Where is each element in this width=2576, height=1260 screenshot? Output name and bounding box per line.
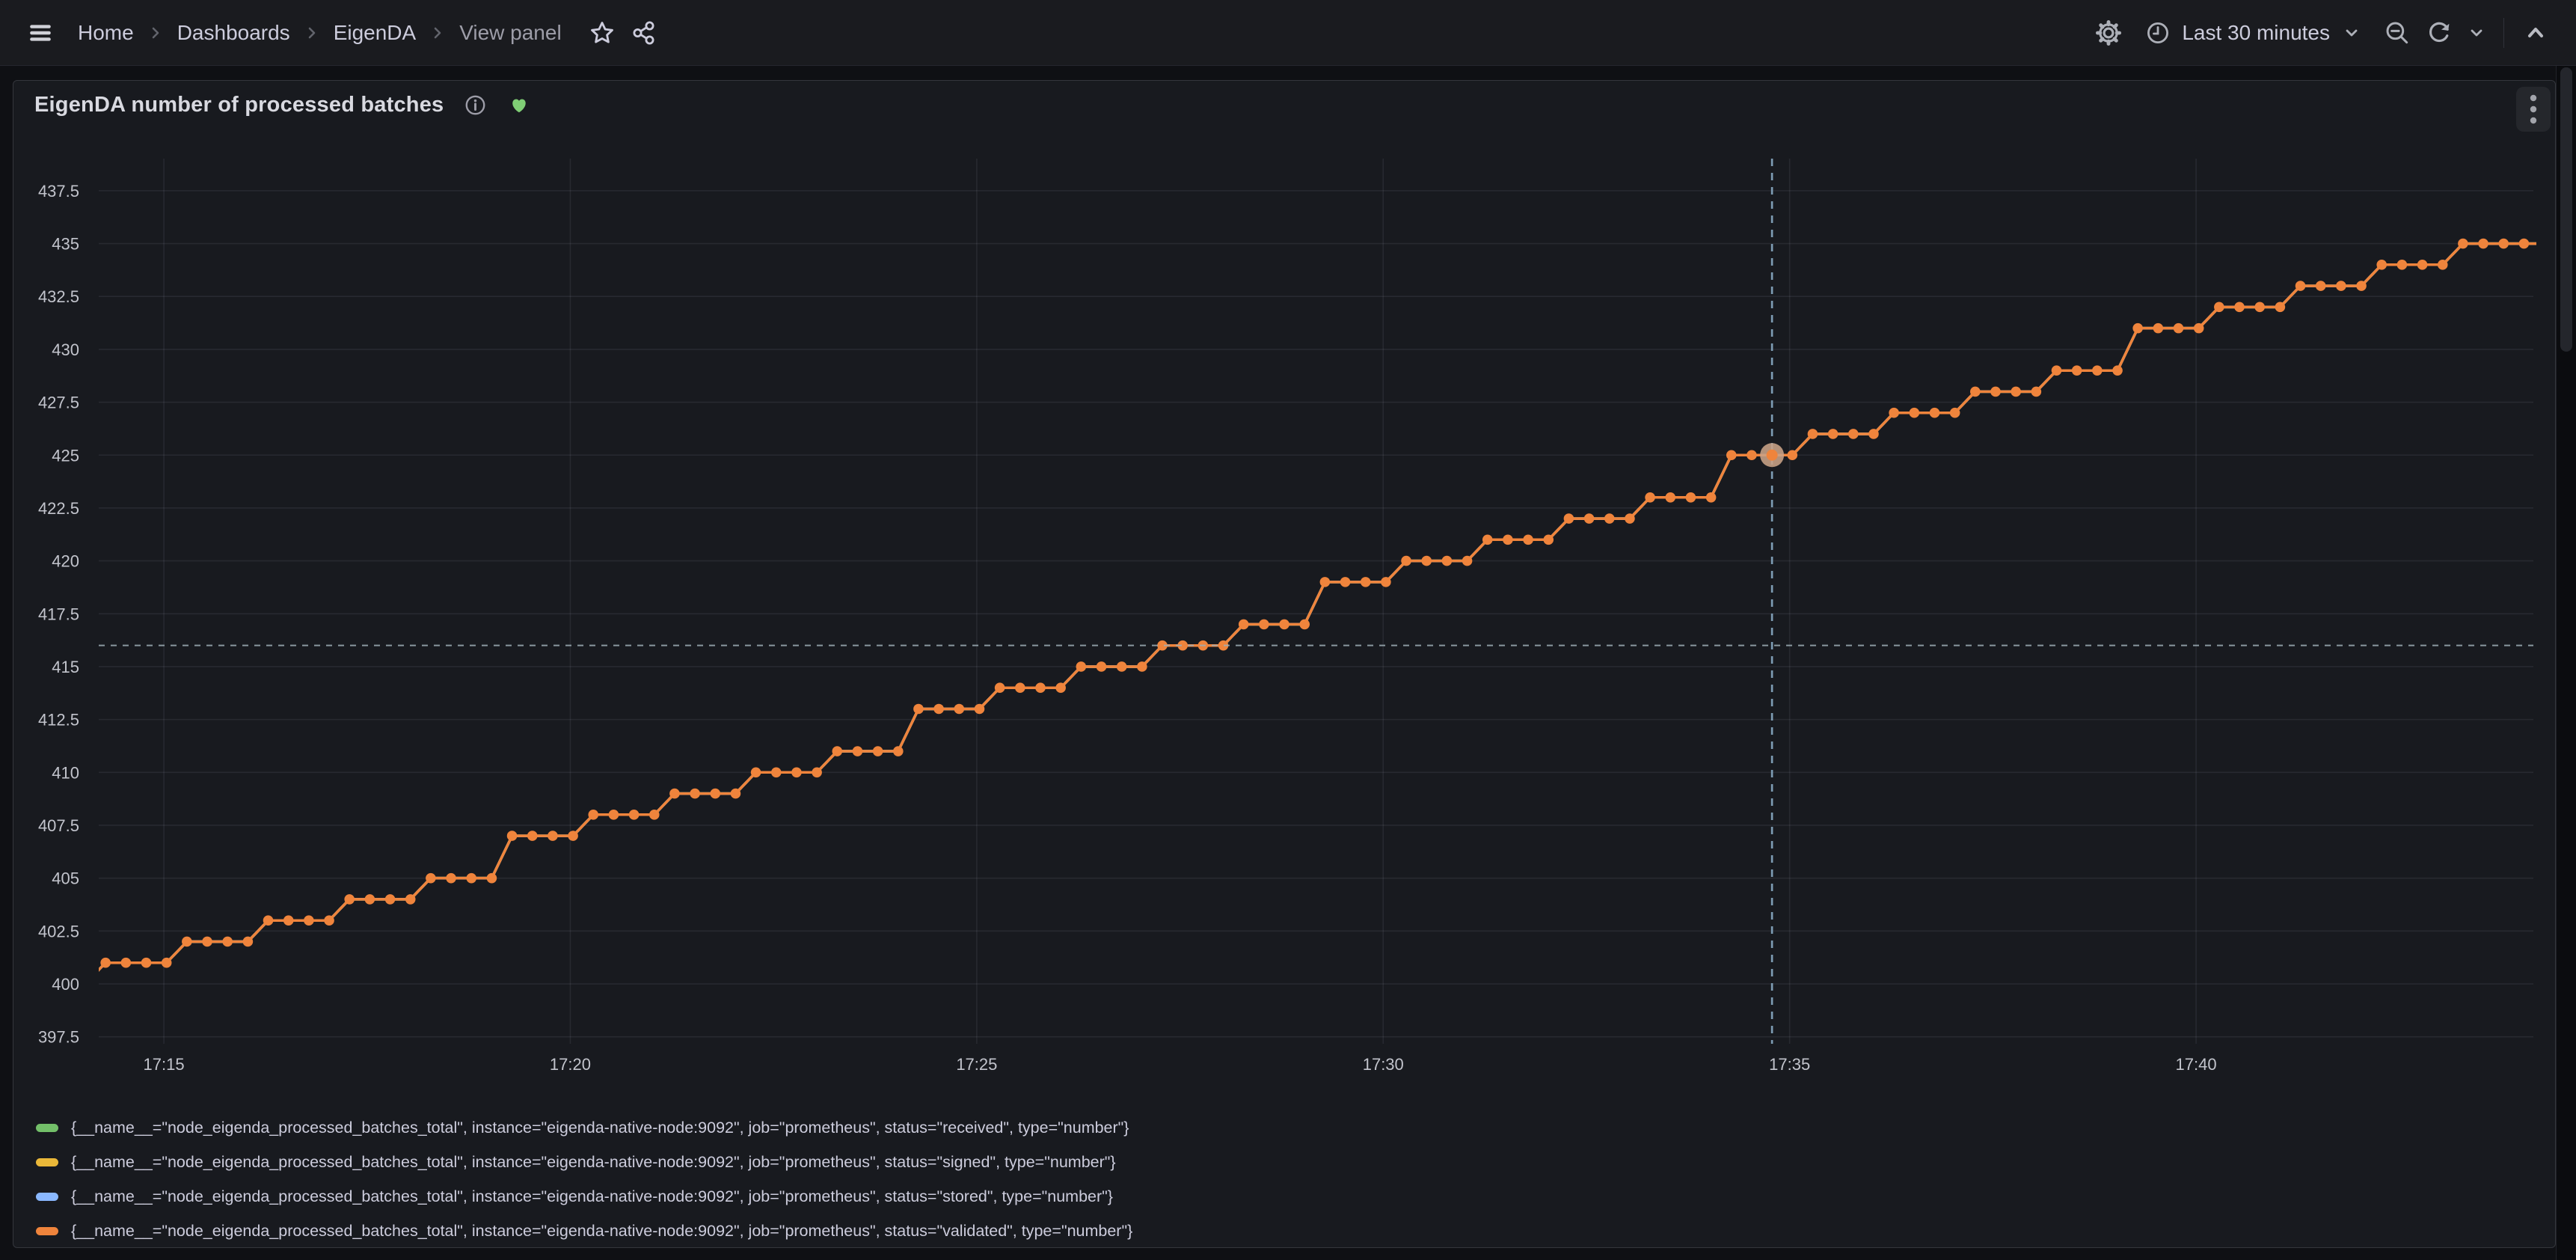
dashboard-settings-button[interactable] (2088, 12, 2129, 54)
panel-health-heart-icon (507, 93, 531, 117)
hovered-point (1767, 450, 1778, 461)
chart-svg[interactable]: 397.5 400 402.5 405 407.5 410 412.5 415 417.5 420… (13, 129, 2555, 1109)
collapse-controls-button[interactable] (2515, 12, 2557, 54)
svg-text:422.5: 422.5 (38, 499, 79, 518)
legend-swatch (36, 1158, 58, 1166)
legend-swatch (36, 1124, 58, 1132)
svg-text:397.5: 397.5 (38, 1028, 79, 1047)
panel-info-icon[interactable] (463, 93, 488, 117)
top-nav: Home Dashboards EigenDA View panel (0, 0, 2576, 66)
legend-item-signed[interactable]: {__name__="node_eigenda_processed_batche… (36, 1145, 2555, 1179)
refresh-interval-dropdown[interactable] (2460, 12, 2493, 54)
clock-icon (2144, 19, 2171, 46)
star-dashboard-button[interactable] (581, 12, 623, 54)
svg-text:427.5: 427.5 (38, 394, 79, 412)
breadcrumb-view-panel: View panel (459, 21, 561, 45)
hamburger-icon (26, 19, 55, 47)
svg-text:437.5: 437.5 (38, 182, 79, 201)
svg-text:412.5: 412.5 (38, 711, 79, 730)
zoom-out-time-button[interactable] (2376, 12, 2418, 54)
share-button[interactable] (623, 12, 665, 54)
chevron-up-icon (2523, 20, 2548, 46)
chevron-down-icon (2467, 23, 2486, 43)
breadcrumb-eigenda[interactable]: EigenDA (334, 21, 417, 45)
time-range-label: Last 30 minutes (2182, 21, 2330, 45)
gear-icon (2094, 19, 2123, 47)
svg-text:435: 435 (52, 235, 79, 254)
share-icon (631, 19, 657, 46)
hamburger-menu-button[interactable] (19, 12, 61, 54)
svg-text:17:20: 17:20 (550, 1055, 591, 1074)
panel-title: EigenDA number of processed batches (34, 93, 444, 117)
svg-text:402.5: 402.5 (38, 922, 79, 941)
legend-item-stored[interactable]: {__name__="node_eigenda_processed_batche… (36, 1179, 2555, 1214)
time-series-chart[interactable]: 397.5 400 402.5 405 407.5 410 412.5 415 417.5 420… (13, 129, 2555, 1109)
svg-text:415: 415 (52, 658, 79, 676)
breadcrumb-home[interactable]: Home (78, 21, 134, 45)
svg-text:420: 420 (52, 552, 79, 571)
svg-text:432.5: 432.5 (38, 287, 79, 306)
chevron-right-icon (147, 25, 164, 41)
legend-label: {__name__="node_eigenda_processed_batche… (71, 1119, 1129, 1137)
zoom-out-icon (2383, 19, 2411, 47)
time-range-picker[interactable]: Last 30 minutes (2134, 10, 2372, 55)
breadcrumb: Home Dashboards EigenDA View panel (78, 21, 562, 45)
svg-text:400: 400 (52, 975, 79, 994)
panel-eigenda-processed-batches: EigenDA number of processed batches 397.… (13, 80, 2556, 1248)
svg-text:425: 425 (52, 446, 79, 465)
svg-text:17:15: 17:15 (144, 1055, 185, 1074)
legend-swatch (36, 1193, 58, 1201)
svg-text:417.5: 417.5 (38, 605, 79, 623)
breadcrumb-dashboards[interactable]: Dashboards (177, 21, 290, 45)
chevron-right-icon (304, 25, 320, 41)
panel-header[interactable]: EigenDA number of processed batches (13, 81, 2555, 129)
page-scrollbar[interactable] (2556, 66, 2576, 1260)
chevron-down-icon (2342, 23, 2361, 43)
refresh-icon (2425, 19, 2453, 47)
svg-text:430: 430 (52, 340, 79, 359)
svg-text:17:35: 17:35 (1769, 1055, 1810, 1074)
nav-divider (2503, 18, 2504, 48)
scrollbar-thumb[interactable] (2560, 67, 2572, 352)
svg-text:407.5: 407.5 (38, 816, 79, 835)
panel-menu-button[interactable] (2516, 87, 2551, 132)
svg-text:17:25: 17:25 (956, 1055, 997, 1074)
svg-text:410: 410 (52, 763, 79, 782)
legend-label: {__name__="node_eigenda_processed_batche… (71, 1222, 1132, 1241)
star-icon (589, 19, 616, 46)
chart-legend: {__name__="node_eigenda_processed_batche… (13, 1109, 2555, 1248)
refresh-button[interactable] (2418, 12, 2460, 54)
legend-label: {__name__="node_eigenda_processed_batche… (71, 1153, 1116, 1172)
svg-text:405: 405 (52, 869, 79, 888)
legend-swatch (36, 1227, 58, 1235)
svg-text:17:30: 17:30 (1363, 1055, 1404, 1074)
kebab-icon (2529, 93, 2538, 126)
legend-item-validated[interactable]: {__name__="node_eigenda_processed_batche… (36, 1214, 2555, 1248)
legend-item-received[interactable]: {__name__="node_eigenda_processed_batche… (36, 1110, 2555, 1145)
svg-text:17:40: 17:40 (2176, 1055, 2217, 1074)
legend-label: {__name__="node_eigenda_processed_batche… (71, 1187, 1113, 1206)
chevron-right-icon (429, 25, 446, 41)
